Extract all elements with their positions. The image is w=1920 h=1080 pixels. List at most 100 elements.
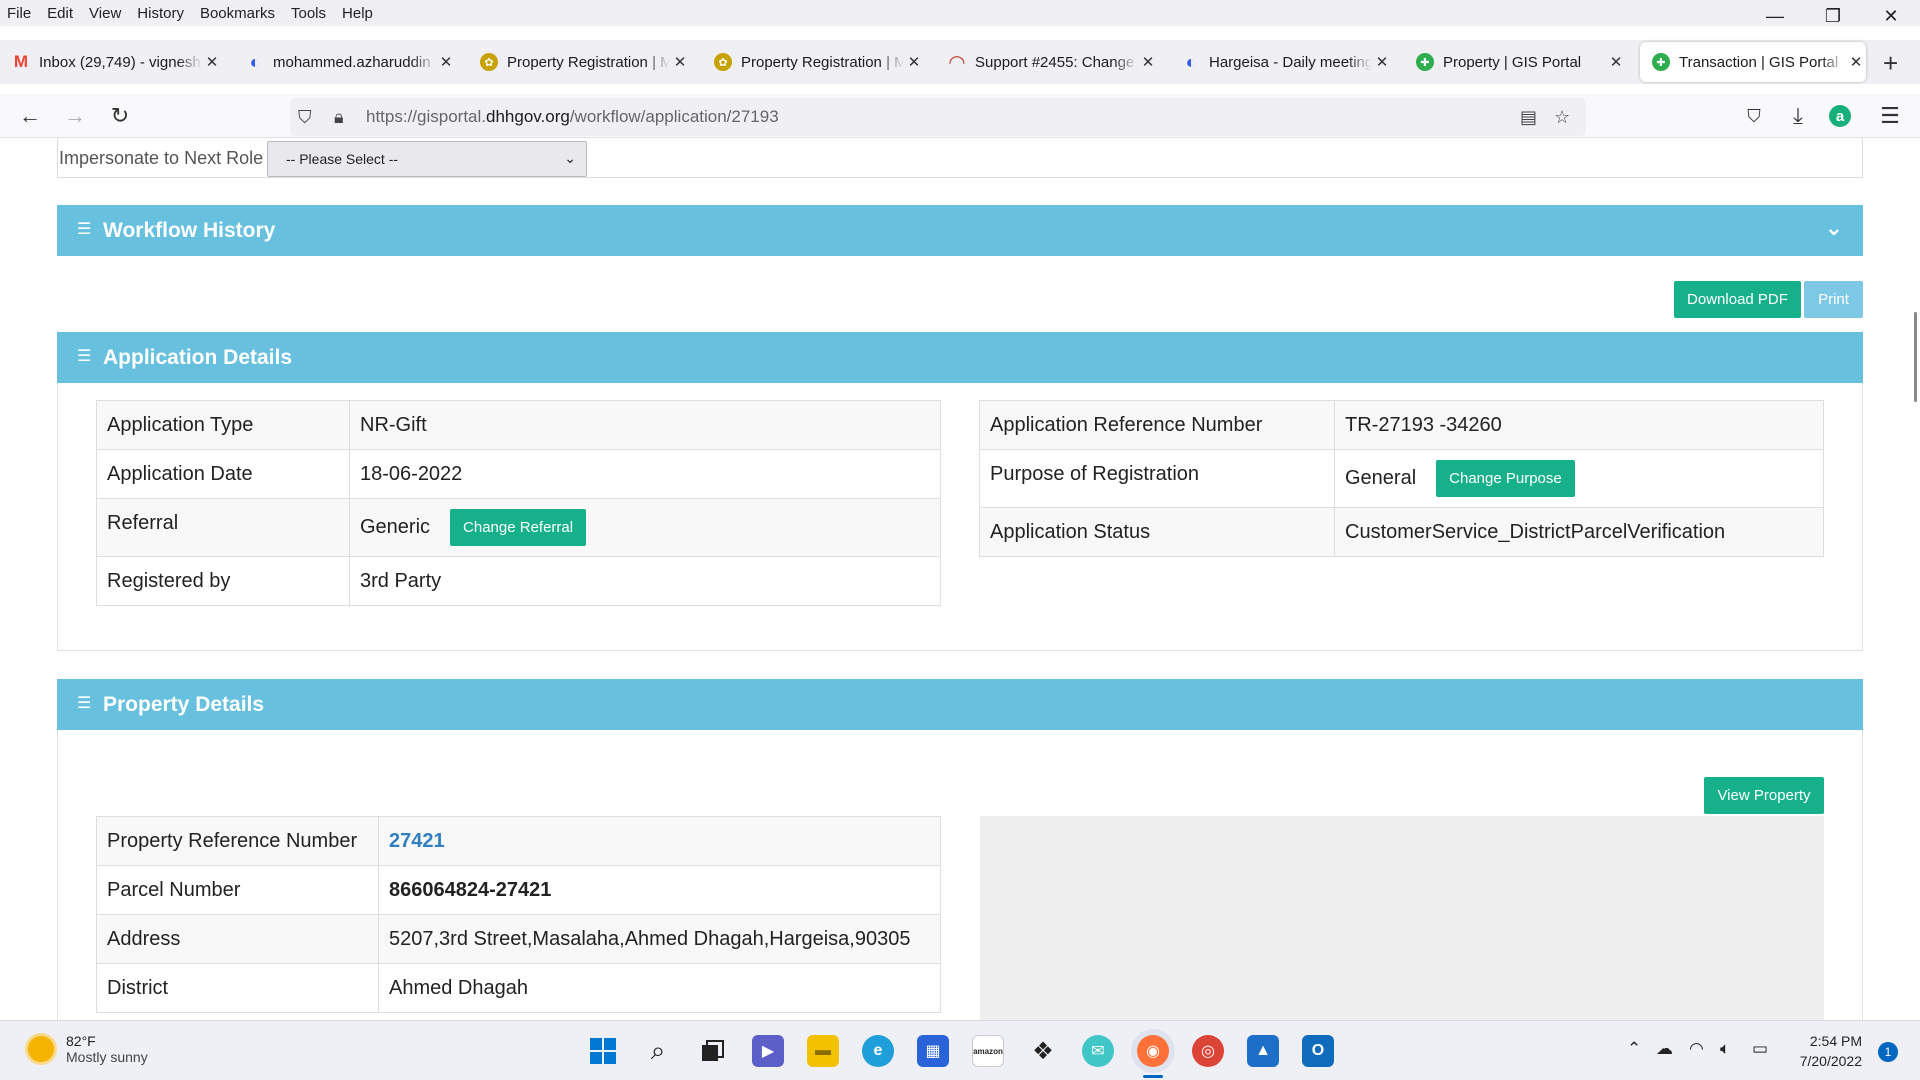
window-controls: — ❐ ✕ — [1746, 0, 1920, 32]
table-row: Parcel Number 866064824-27421 — [96, 865, 941, 915]
tab-strip: M Inbox (29,749) - vignesh ✕ ◐ mohammed.… — [0, 40, 1920, 84]
battery-icon[interactable]: ▭ — [1752, 1039, 1768, 1059]
row-label: Application Status — [979, 507, 1335, 557]
extension-icon[interactable]: a — [1829, 105, 1851, 127]
close-icon[interactable]: ✕ — [670, 53, 690, 71]
tab-title: Transaction | GIS Portal — [1679, 53, 1839, 71]
firefox-icon[interactable]: ◉ — [1137, 1035, 1169, 1067]
close-icon[interactable]: ✕ — [202, 53, 222, 71]
back-icon[interactable]: ← — [16, 102, 44, 130]
downloads-icon[interactable]: ⤓ — [1784, 102, 1812, 130]
emblem-icon: ✿ — [480, 53, 498, 71]
close-icon[interactable]: ✕ — [1606, 53, 1626, 71]
table-row: District Ahmed Dhagah — [96, 963, 941, 1013]
menu-tools[interactable]: Tools — [291, 5, 326, 22]
menu-bookmarks[interactable]: Bookmarks — [200, 5, 275, 22]
notification-badge[interactable]: 1 — [1878, 1042, 1898, 1062]
amazon-icon[interactable]: amazon — [972, 1035, 1004, 1067]
chevron-down-icon: ⌄ — [564, 150, 576, 166]
change-purpose-button[interactable]: Change Purpose — [1436, 460, 1575, 497]
new-tab-icon[interactable]: + — [1883, 48, 1898, 79]
row-label: Referral — [96, 498, 350, 557]
close-icon[interactable]: ✕ — [1138, 53, 1158, 71]
microsoft-store-icon[interactable]: ▦ — [917, 1035, 949, 1067]
row-value: 3rd Party — [349, 556, 941, 606]
page-content: Impersonate to Next Role -- Please Selec… — [0, 138, 1920, 1020]
table-row: Application Status CustomerService_Distr… — [979, 507, 1824, 557]
menu-edit[interactable]: Edit — [47, 5, 73, 22]
close-icon[interactable]: ✕ — [904, 53, 924, 71]
windows-start-icon[interactable] — [587, 1035, 619, 1067]
edge-icon[interactable]: e — [862, 1035, 894, 1067]
hamburger-menu-icon[interactable]: ☰ — [1876, 102, 1904, 130]
table-row: Referral Generic Change Referral — [96, 498, 941, 557]
close-icon[interactable]: ✕ — [436, 53, 456, 71]
tab-support[interactable]: ◠ Support #2455: Change t ✕ — [936, 42, 1158, 82]
menu-help[interactable]: Help — [342, 5, 373, 22]
teams-chat-icon[interactable]: ▶ — [752, 1035, 784, 1067]
weather-widget[interactable]: 82°F Mostly sunny — [28, 1033, 148, 1065]
row-label: Address — [96, 914, 379, 964]
mail-app-icon[interactable]: ✉ — [1082, 1035, 1114, 1067]
list-icon: ☰ — [77, 348, 92, 365]
clockify-icon: ◐ — [1185, 51, 1197, 72]
pocket-icon[interactable]: ⛉ — [1740, 102, 1768, 130]
task-view-icon[interactable] — [697, 1035, 729, 1067]
menu-bar: File Edit View History Bookmarks Tools H… — [0, 0, 1920, 26]
table-row: Application Date 18-06-2022 — [96, 449, 941, 499]
system-clock[interactable]: 2:54 PM 7/20/2022 — [1800, 1031, 1862, 1071]
file-explorer-icon[interactable]: ▬ — [807, 1035, 839, 1067]
close-icon[interactable]: ✕ — [1846, 53, 1866, 71]
onedrive-icon[interactable]: ☁ — [1656, 1039, 1673, 1059]
reader-view-icon[interactable]: ▤ — [1520, 107, 1537, 128]
menu-file[interactable]: File — [7, 5, 31, 22]
photos-icon[interactable]: ▲ — [1247, 1035, 1279, 1067]
restore-icon[interactable]: ❐ — [1804, 0, 1862, 32]
tab-property-registration-2[interactable]: ✿ Property Registration | M ✕ — [702, 42, 924, 82]
tab-daily-meeting[interactable]: ◐ Hargeisa - Daily meeting ✕ — [1170, 42, 1392, 82]
application-details-header: ☰ Application Details — [57, 332, 1863, 383]
download-pdf-button[interactable]: Download PDF — [1674, 281, 1801, 318]
outlook-icon[interactable]: O — [1302, 1035, 1334, 1067]
tab-property-gis[interactable]: ✚ Property | GIS Portal ✕ — [1404, 42, 1626, 82]
shield-icon[interactable]: ⛉ — [298, 107, 312, 128]
chevron-up-icon[interactable]: ⌃ — [1627, 1039, 1641, 1059]
nav-bar: ← → ↻ ⛉ 🔒︎ https://gisportal.dhhgov.org/… — [0, 94, 1920, 138]
reload-icon[interactable]: ↻ — [106, 102, 134, 130]
redmine-icon: ◠ — [949, 51, 965, 74]
tab-gmail[interactable]: M Inbox (29,749) - vignesh ✕ — [0, 42, 222, 82]
property-map[interactable] — [980, 816, 1824, 1020]
bookmark-star-icon[interactable]: ☆ — [1554, 107, 1570, 128]
tab-clockify-user[interactable]: ◐ mohammed.azharuddin ✕ — [234, 42, 456, 82]
tab-property-registration-1[interactable]: ✿ Property Registration | M ✕ — [468, 42, 690, 82]
property-reference-link[interactable]: 27421 — [389, 830, 445, 852]
wifi-icon[interactable]: ◠ — [1689, 1039, 1704, 1059]
view-property-button[interactable]: View Property — [1704, 777, 1824, 814]
clock-time: 2:54 PM — [1809, 1033, 1862, 1049]
property-details-title: Property Details — [103, 692, 265, 716]
tab-title: Property | GIS Portal — [1443, 53, 1582, 71]
url-text[interactable]: https://gisportal.dhhgov.org/workflow/ap… — [366, 107, 779, 127]
clockify-icon: ◐ — [249, 51, 261, 72]
close-window-icon[interactable]: ✕ — [1862, 0, 1920, 32]
scrollbar-thumb[interactable] — [1914, 312, 1917, 402]
address-bar[interactable]: ⛉ 🔒︎ https://gisportal.dhhgov.org/workfl… — [290, 98, 1586, 136]
impersonate-role-select[interactable]: -- Please Select -- ⌄ — [267, 141, 587, 177]
print-button[interactable]: Print — [1804, 281, 1863, 318]
close-icon[interactable]: ✕ — [1372, 53, 1392, 71]
minimize-icon[interactable]: — — [1746, 0, 1804, 32]
forward-icon[interactable]: → — [61, 102, 89, 130]
tab-transaction-gis[interactable]: ✚ Transaction | GIS Portal ✕ — [1640, 42, 1866, 82]
workflow-history-header[interactable]: ☰ Workflow History ⌄ — [57, 205, 1863, 256]
row-value: Ahmed Dhagah — [378, 963, 941, 1013]
lock-icon[interactable]: 🔒︎ — [334, 107, 344, 128]
menu-view[interactable]: View — [89, 5, 121, 22]
menu-history[interactable]: History — [137, 5, 184, 22]
chrome-icon[interactable]: ◎ — [1192, 1035, 1224, 1067]
dropbox-icon[interactable]: ❖ — [1027, 1035, 1059, 1067]
change-referral-button[interactable]: Change Referral — [450, 509, 587, 546]
table-row: Application Reference Number TR-27193 -3… — [979, 400, 1824, 450]
search-icon[interactable]: ⌕ — [642, 1035, 674, 1067]
chevron-down-icon[interactable]: ⌄ — [1825, 215, 1843, 241]
volume-icon[interactable]: 🔈︎ — [1720, 1039, 1730, 1059]
